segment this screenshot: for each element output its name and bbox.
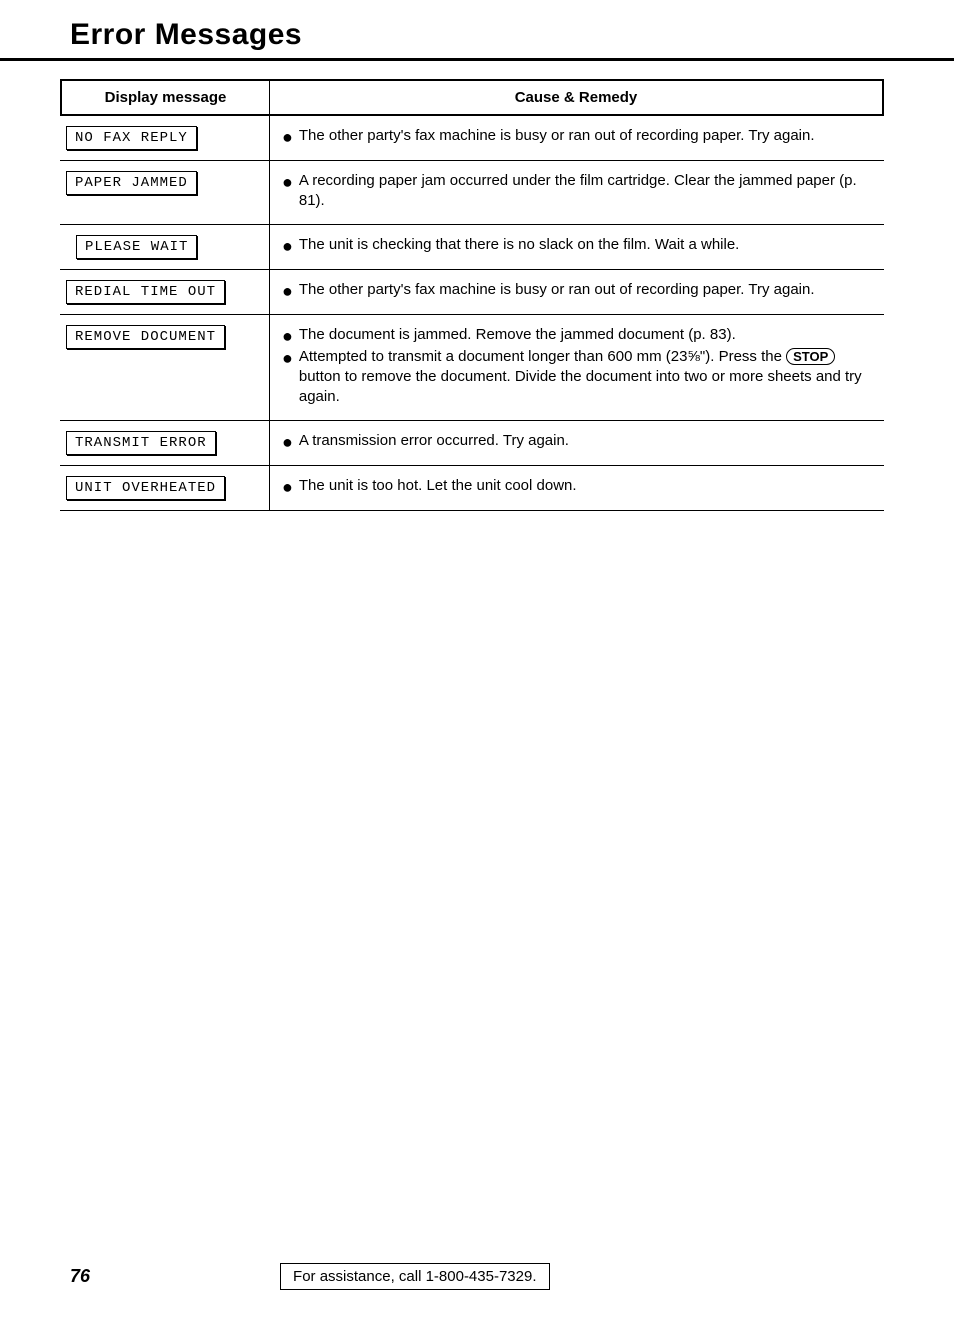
cause-cell: ● The other party's fax machine is busy o… [270,270,884,314]
bullet-icon: ● [282,433,293,451]
cause-text: The other party's fax machine is busy or… [299,280,876,300]
bullet-icon: ● [282,349,293,367]
lcd-message: PLEASE WAIT [76,235,197,259]
col-header-msg: Display message [60,81,270,114]
table-row: PAPER JAMMED ● A recording paper jam occu… [60,161,884,225]
cause-cell: ● The document is jammed. Remove the jamm… [270,315,884,420]
cause-cell: ● A recording paper jam occurred under th… [270,161,884,224]
lcd-message: NO FAX REPLY [66,126,197,150]
bullet-icon: ● [282,282,293,300]
display-message-cell: TRANSMIT ERROR [60,421,270,465]
col-header-cause: Cause & Remedy [270,81,884,114]
page-footer: 76 For assistance, call 1-800-435-7329. [0,1263,954,1290]
cause-text: The unit is too hot. Let the unit cool d… [299,476,876,496]
cause-text: A recording paper jam occurred under the… [299,171,876,212]
assistance-box: For assistance, call 1-800-435-7329. [280,1263,549,1290]
cause-cell: ● The other party's fax machine is busy o… [270,116,884,160]
lcd-message: UNIT OVERHEATED [66,476,225,500]
table-row: REDIAL TIME OUT ● The other party's fax m… [60,270,884,315]
error-table: Display message Cause & Remedy NO FAX RE… [60,79,884,511]
bullet-icon: ● [282,327,293,345]
page-title: Error Messages [70,18,954,52]
display-message-cell: REDIAL TIME OUT [60,270,270,314]
display-message-cell: PLEASE WAIT [60,225,270,269]
cause-cell: ● A transmission error occurred. Try agai… [270,421,884,465]
cause-text: The document is jammed. Remove the jamme… [299,325,876,345]
cause-text: Attempted to transmit a document longer … [299,347,876,408]
display-message-cell: UNIT OVERHEATED [60,466,270,510]
lcd-message: REDIAL TIME OUT [66,280,225,304]
lcd-message: TRANSMIT ERROR [66,431,216,455]
cause-text: The unit is checking that there is no sl… [299,235,876,255]
bullet-icon: ● [282,237,293,255]
display-message-cell: REMOVE DOCUMENT [60,315,270,420]
lcd-message: PAPER JAMMED [66,171,197,195]
table-row: TRANSMIT ERROR ● A transmission error occ… [60,421,884,466]
title-rule [0,58,954,61]
cause-text: A transmission error occurred. Try again… [299,431,876,451]
cause-cell: ● The unit is checking that there is no s… [270,225,884,269]
lcd-message: REMOVE DOCUMENT [66,325,225,349]
cause-text: The other party's fax machine is busy or… [299,126,876,146]
cause-cell: ● The unit is too hot. Let the unit cool … [270,466,884,510]
table-row: REMOVE DOCUMENT ● The document is jammed.… [60,315,884,421]
stop-button-label: STOP [786,348,835,366]
display-message-cell: NO FAX REPLY [60,116,270,160]
page-number: 76 [70,1266,90,1287]
bullet-icon: ● [282,128,293,146]
table-header-row: Display message Cause & Remedy [60,79,884,116]
display-message-cell: PAPER JAMMED [60,161,270,224]
bullet-icon: ● [282,173,293,191]
table-row: UNIT OVERHEATED ● The unit is too hot. Le… [60,466,884,511]
table-row: PLEASE WAIT ● The unit is checking that t… [60,225,884,270]
table-row: NO FAX REPLY ● The other party's fax mach… [60,116,884,161]
bullet-icon: ● [282,478,293,496]
